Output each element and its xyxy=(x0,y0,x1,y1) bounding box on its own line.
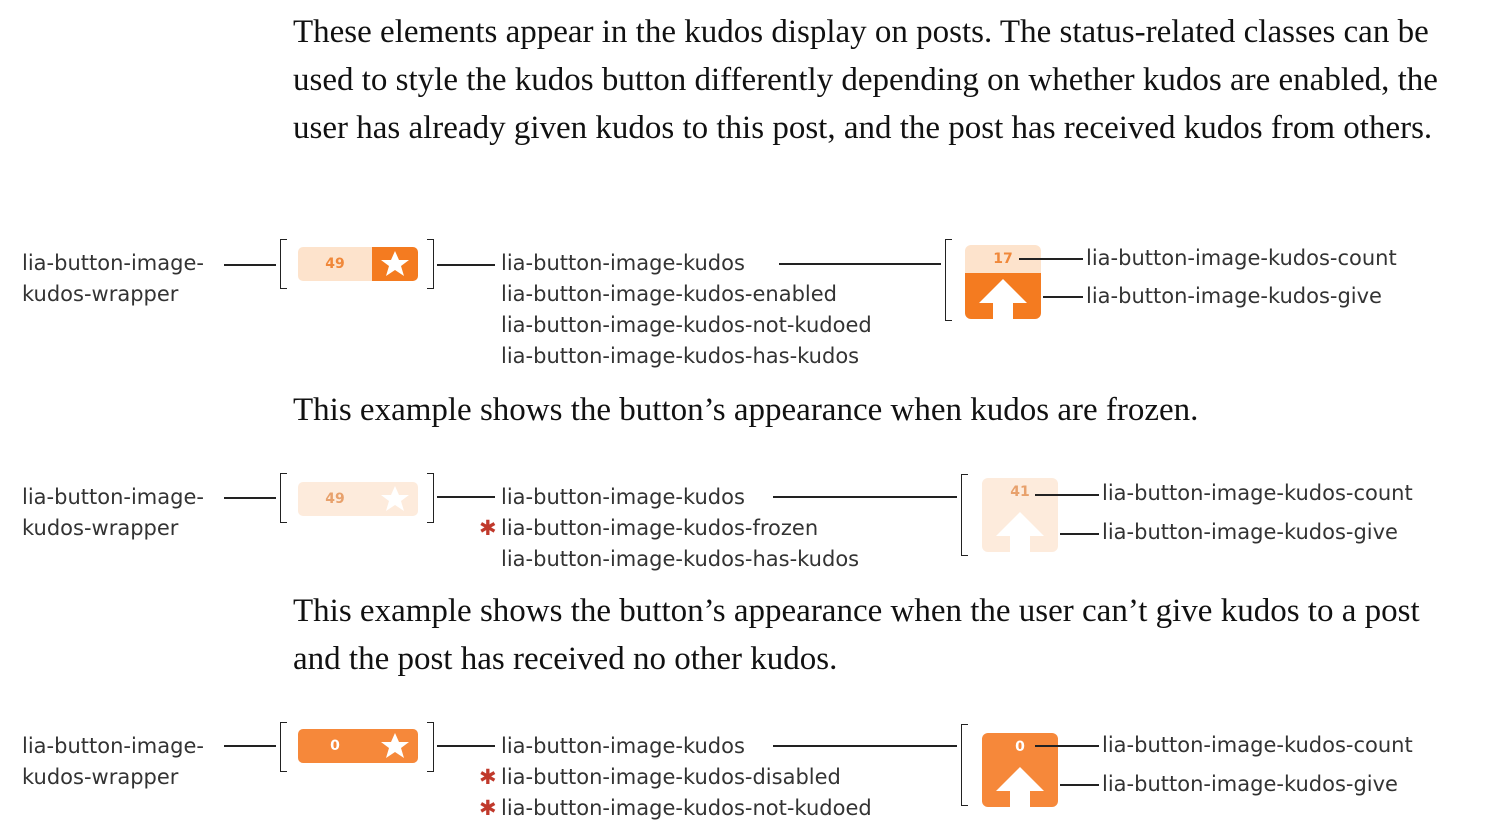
asterisk-icon: ✱ xyxy=(479,516,497,540)
wrapper-label-line2: kudos-wrapper xyxy=(22,282,179,306)
give-label: lia-button-image-kudos-give xyxy=(1102,772,1398,796)
asterisk-icon: ✱ xyxy=(479,765,497,789)
pill-give-star xyxy=(372,482,418,516)
box-give[interactable] xyxy=(965,273,1041,319)
box-count: 0 xyxy=(1015,739,1025,755)
star-icon xyxy=(381,251,409,276)
give-label: lia-button-image-kudos-give xyxy=(1102,520,1398,544)
count-label: lia-button-image-kudos-count xyxy=(1102,481,1413,505)
class-label-flagged: ✱ lia-button-image-kudos-disabled xyxy=(479,762,872,793)
count-label: lia-button-image-kudos-count xyxy=(1102,733,1413,757)
kudos-box-frozen: 41 xyxy=(982,478,1058,552)
star-icon xyxy=(381,486,409,511)
wrapper-label-line1: lia-button-image- xyxy=(22,251,204,275)
pill-count: 49 xyxy=(325,491,345,507)
wrapper-label-line2: kudos-wrapper xyxy=(22,516,179,540)
kudos-pill-enabled[interactable]: 49 xyxy=(298,247,418,281)
class-label: lia-button-image-kudos-has-kudos xyxy=(501,547,860,571)
asterisk-icon: ✱ xyxy=(479,796,497,820)
disabled-paragraph: This example shows the button’s appearan… xyxy=(293,593,1420,677)
intro-paragraph: These elements appear in the kudos displ… xyxy=(293,14,1438,146)
pill-count: 0 xyxy=(330,738,340,754)
pill-give-star[interactable] xyxy=(372,247,418,281)
wrapper-label-line1: lia-button-image- xyxy=(22,734,204,758)
wrapper-label: lia-button-image- kudos-wrapper xyxy=(22,482,204,544)
box-count: 41 xyxy=(1010,484,1030,500)
wrapper-label-line2: kudos-wrapper xyxy=(22,765,179,789)
class-list-enabled: lia-button-image-kudos lia-button-image-… xyxy=(501,248,872,372)
box-give xyxy=(982,761,1058,807)
star-icon xyxy=(381,733,409,758)
pill-give-star xyxy=(372,729,418,763)
up-arrow-icon xyxy=(996,512,1044,552)
class-label-flagged: ✱ lia-button-image-kudos-frozen xyxy=(479,513,859,544)
wrapper-label: lia-button-image- kudos-wrapper xyxy=(22,248,204,310)
kudos-pill-frozen: 49 xyxy=(298,482,418,516)
count-label: lia-button-image-kudos-count xyxy=(1086,246,1397,270)
class-label: lia-button-image-kudos xyxy=(501,485,745,509)
kudos-pill-disabled: 0 xyxy=(298,729,418,763)
wrapper-label: lia-button-image- kudos-wrapper xyxy=(22,731,204,793)
box-give xyxy=(982,506,1058,552)
pill-count: 49 xyxy=(298,247,372,281)
class-label: lia-button-image-kudos-has-kudos xyxy=(501,344,860,368)
up-arrow-icon xyxy=(996,767,1044,807)
class-label: lia-button-image-kudos-enabled xyxy=(501,282,837,306)
give-label: lia-button-image-kudos-give xyxy=(1086,284,1382,308)
kudos-box-enabled[interactable]: 17 xyxy=(965,245,1041,319)
frozen-paragraph: This example shows the button’s appearan… xyxy=(293,392,1199,428)
up-arrow-icon xyxy=(979,279,1027,319)
class-label-flagged: ✱ lia-button-image-kudos-not-kudoed xyxy=(479,793,872,824)
wrapper-label-line1: lia-button-image- xyxy=(22,485,204,509)
class-label: lia-button-image-kudos-not-kudoed xyxy=(501,313,872,337)
class-label: lia-button-image-kudos xyxy=(501,734,745,758)
